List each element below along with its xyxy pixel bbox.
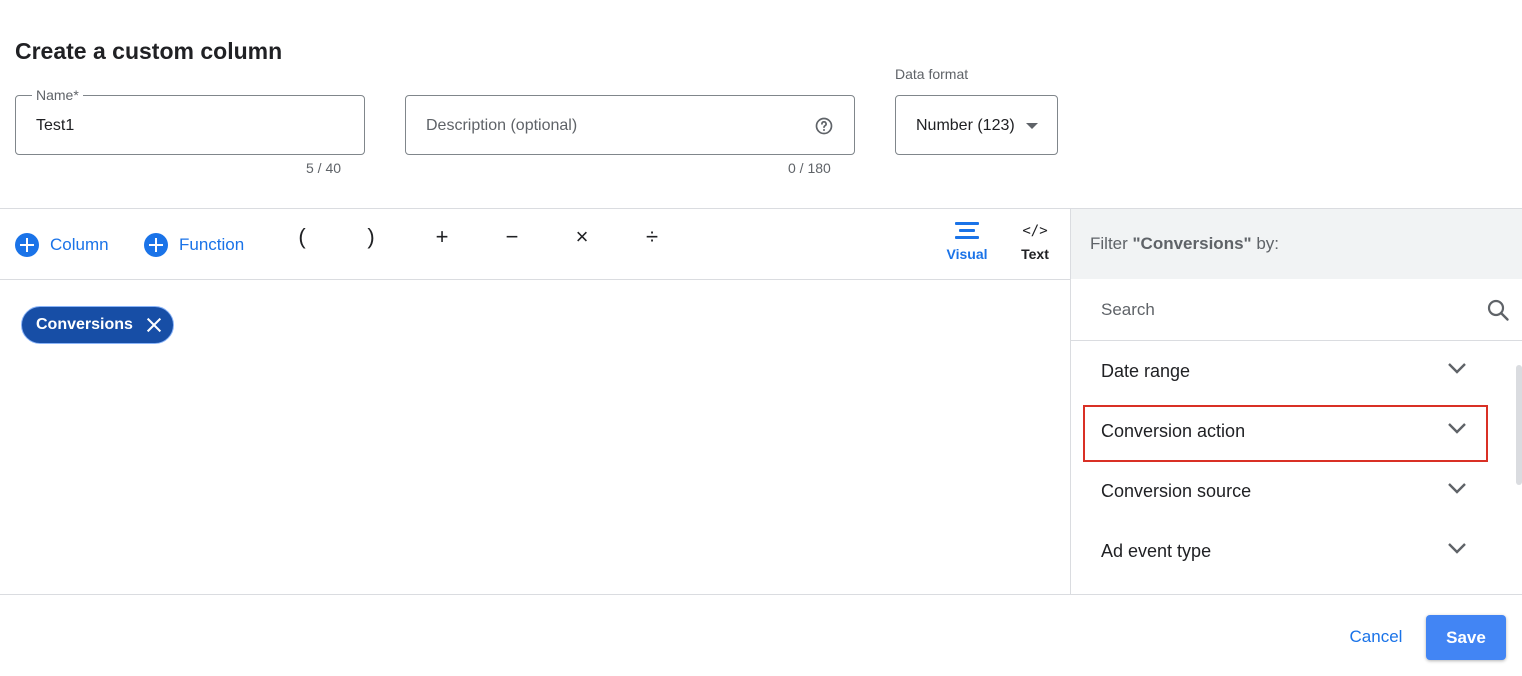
filter-item-label: Date range: [1101, 361, 1191, 381]
name-field[interactable]: Name* Test1: [15, 87, 365, 155]
filter-item-label: Conversion source: [1101, 481, 1252, 501]
filter-item-date-range[interactable]: Date range: [1071, 341, 1511, 401]
filter-item-ad-event-type[interactable]: Ad event type: [1071, 521, 1511, 581]
divide-operator-button[interactable]: ÷: [640, 224, 664, 250]
highlight-box: [1083, 405, 1488, 462]
add-circle-icon: [144, 233, 168, 257]
add-column-button[interactable]: Column: [15, 232, 109, 258]
name-field-label: Name*: [32, 87, 83, 103]
chevron-down-icon: [1448, 363, 1466, 374]
cancel-button[interactable]: Cancel: [1336, 615, 1416, 659]
add-function-button[interactable]: Function: [144, 232, 244, 258]
description-char-counter: 0 / 180: [788, 160, 831, 176]
search-icon[interactable]: [1486, 298, 1510, 322]
add-function-label: Function: [179, 235, 245, 254]
help-icon[interactable]: [814, 116, 834, 136]
visual-mode-tab[interactable]: Visual: [942, 222, 992, 262]
chevron-down-icon: [1448, 543, 1466, 554]
visual-lines-icon: [955, 222, 979, 240]
description-placeholder: Description (optional): [426, 117, 578, 134]
multiply-operator-button[interactable]: ×: [570, 224, 594, 250]
close-paren-button[interactable]: ): [359, 224, 383, 250]
subtract-operator-button[interactable]: −: [500, 224, 524, 250]
dialog-title: Create a custom column: [15, 38, 283, 64]
add-circle-icon: [15, 233, 39, 257]
save-button[interactable]: Save: [1426, 615, 1506, 660]
code-icon: </>: [1022, 223, 1048, 239]
conversions-chip[interactable]: Conversions: [21, 306, 174, 344]
close-icon[interactable]: [145, 316, 163, 334]
data-format-label: Data format: [895, 66, 969, 82]
name-char-counter: 5 / 40: [306, 160, 342, 176]
name-field-value[interactable]: Test1: [36, 117, 74, 135]
chevron-down-icon: [1448, 483, 1466, 494]
dropdown-caret-icon: [1026, 123, 1038, 129]
filter-search[interactable]: Search: [1071, 280, 1522, 340]
chip-label: Conversions: [36, 316, 133, 333]
data-format-value: Number (123): [916, 117, 1015, 134]
filter-panel-header: Filter "Conversions" by:: [1071, 209, 1522, 279]
add-column-label: Column: [50, 235, 109, 254]
open-paren-button[interactable]: (: [290, 224, 314, 250]
search-input[interactable]: Search: [1101, 300, 1155, 320]
description-field[interactable]: Description (optional): [405, 95, 855, 155]
filter-panel-title: Filter "Conversions" by:: [1090, 234, 1279, 253]
filter-panel-scrollbar[interactable]: [1514, 345, 1522, 594]
visual-mode-label: Visual: [946, 246, 988, 262]
filter-item-label: Ad event type: [1101, 541, 1212, 561]
text-mode-label: Text: [1021, 246, 1049, 262]
scroll-thumb[interactable]: [1516, 365, 1522, 485]
add-operator-button[interactable]: +: [430, 224, 454, 250]
filter-item-conversion-source[interactable]: Conversion source: [1071, 461, 1511, 521]
text-mode-tab[interactable]: </> Text: [1010, 222, 1060, 262]
divider: [0, 594, 1522, 595]
data-format-select[interactable]: Number (123): [895, 95, 1058, 155]
